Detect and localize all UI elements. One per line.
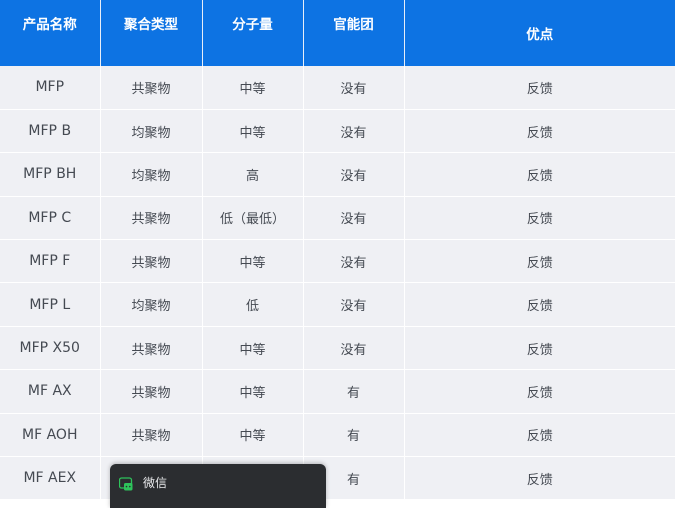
- wechat-taskbar-popup[interactable]: 微信: [110, 464, 326, 508]
- header-molecular-weight: 分子量: [202, 0, 303, 66]
- cell-polymer-type: 共聚物: [100, 413, 202, 456]
- cell-polymer-type: 共聚物: [100, 326, 202, 369]
- cell-advantages: 反馈: [404, 66, 675, 109]
- table-row: MFP BH 均聚物 高 没有 反馈: [0, 153, 675, 196]
- cell-polymer-type: 均聚物: [100, 153, 202, 196]
- cell-functional-group: 没有: [303, 240, 404, 283]
- cell-molecular-weight: 中等: [202, 109, 303, 152]
- cell-advantages: 反馈: [404, 283, 675, 326]
- header-row: 产品名称 聚合类型 分子量 官能团 优点: [0, 0, 675, 66]
- table-body: MFP 共聚物 中等 没有 反馈 MFP B 均聚物 中等 没有 反馈 MFP …: [0, 66, 675, 500]
- cell-functional-group: 没有: [303, 196, 404, 239]
- cell-molecular-weight: 中等: [202, 413, 303, 456]
- cell-functional-group: 没有: [303, 153, 404, 196]
- cell-functional-group: 没有: [303, 326, 404, 369]
- cell-functional-group: 没有: [303, 283, 404, 326]
- cell-molecular-weight: 中等: [202, 370, 303, 413]
- cell-product-name: MFP X50: [0, 326, 100, 369]
- table-row: MFP 共聚物 中等 没有 反馈: [0, 66, 675, 109]
- cell-polymer-type: 均聚物: [100, 283, 202, 326]
- table-row: MF AX 共聚物 中等 有 反馈: [0, 370, 675, 413]
- cell-product-name: MFP: [0, 66, 100, 109]
- cell-molecular-weight: 中等: [202, 66, 303, 109]
- cell-product-name: MFP C: [0, 196, 100, 239]
- cell-polymer-type: 共聚物: [100, 370, 202, 413]
- product-comparison-table-container: 产品名称 聚合类型 分子量 官能团 优点 MFP 共聚物 中等 没有 反馈 MF…: [0, 0, 675, 500]
- cell-polymer-type: 共聚物: [100, 196, 202, 239]
- table-row: MFP B 均聚物 中等 没有 反馈: [0, 109, 675, 152]
- cell-molecular-weight: 低（最低）: [202, 196, 303, 239]
- cell-product-name: MFP F: [0, 240, 100, 283]
- table-row: MFP X50 共聚物 中等 没有 反馈: [0, 326, 675, 369]
- cell-functional-group: 有: [303, 370, 404, 413]
- cell-product-name: MF AEX: [0, 457, 100, 500]
- cell-molecular-weight: 低: [202, 283, 303, 326]
- product-comparison-table: 产品名称 聚合类型 分子量 官能团 优点 MFP 共聚物 中等 没有 反馈 MF…: [0, 0, 675, 500]
- header-advantages: 优点: [404, 0, 675, 66]
- table-row: MFP L 均聚物 低 没有 反馈: [0, 283, 675, 326]
- table-row: MFP C 共聚物 低（最低） 没有 反馈: [0, 196, 675, 239]
- cell-functional-group: 没有: [303, 66, 404, 109]
- cell-advantages: 反馈: [404, 413, 675, 456]
- header-label: 聚合类型: [101, 0, 202, 33]
- cell-product-name: MFP L: [0, 283, 100, 326]
- cell-advantages: 反馈: [404, 196, 675, 239]
- cell-product-name: MFP B: [0, 109, 100, 152]
- table-row: MF AEX 有 反馈: [0, 457, 675, 500]
- cell-polymer-type: 共聚物: [100, 240, 202, 283]
- wechat-label: 微信: [143, 476, 167, 491]
- header-polymer-type: 聚合类型: [100, 0, 202, 66]
- cell-molecular-weight: 中等: [202, 326, 303, 369]
- wechat-icon: [119, 476, 133, 490]
- cell-advantages: 反馈: [404, 153, 675, 196]
- cell-polymer-type: 均聚物: [100, 109, 202, 152]
- cell-molecular-weight: 高: [202, 153, 303, 196]
- cell-advantages: 反馈: [404, 457, 675, 500]
- table-row: MFP F 共聚物 中等 没有 反馈: [0, 240, 675, 283]
- cell-advantages: 反馈: [404, 370, 675, 413]
- header-label: 优点: [405, 23, 675, 43]
- cell-advantages: 反馈: [404, 109, 675, 152]
- cell-product-name: MFP BH: [0, 153, 100, 196]
- header-label: 分子量: [203, 0, 303, 33]
- header-label: 产品名称: [0, 0, 100, 33]
- cell-molecular-weight: 中等: [202, 240, 303, 283]
- header-label: 官能团: [304, 0, 404, 33]
- cell-advantages: 反馈: [404, 240, 675, 283]
- cell-product-name: MF AOH: [0, 413, 100, 456]
- table-header: 产品名称 聚合类型 分子量 官能团 优点: [0, 0, 675, 66]
- cell-polymer-type: 共聚物: [100, 66, 202, 109]
- table-row: MF AOH 共聚物 中等 有 反馈: [0, 413, 675, 456]
- cell-functional-group: 有: [303, 413, 404, 456]
- header-functional-group: 官能团: [303, 0, 404, 66]
- cell-advantages: 反馈: [404, 326, 675, 369]
- header-product-name: 产品名称: [0, 0, 100, 66]
- cell-product-name: MF AX: [0, 370, 100, 413]
- cell-functional-group: 没有: [303, 109, 404, 152]
